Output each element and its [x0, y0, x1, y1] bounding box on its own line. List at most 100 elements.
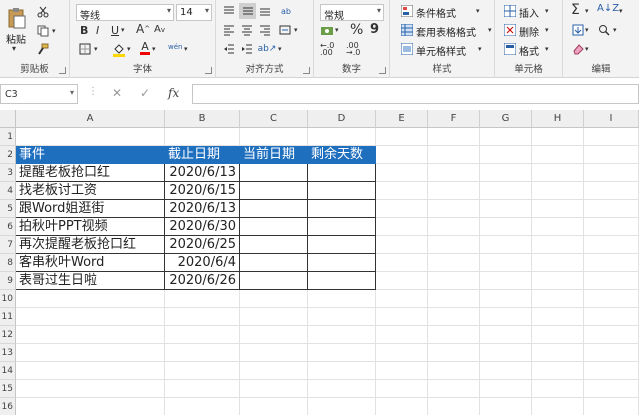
cell-g9[interactable]	[480, 272, 532, 290]
cell-styles-icon[interactable]	[400, 42, 414, 56]
fill-icon[interactable]	[571, 23, 585, 37]
row-header-10[interactable]: 10	[0, 290, 16, 308]
cell-i3[interactable]	[584, 164, 639, 182]
cell-b15[interactable]	[165, 380, 240, 398]
font-launcher-icon[interactable]	[205, 67, 212, 74]
cell-f10[interactable]	[428, 290, 480, 308]
cell-d16[interactable]	[308, 398, 376, 415]
cell-d12[interactable]	[308, 326, 376, 344]
row-header-7[interactable]: 7	[0, 236, 16, 254]
cell-b16[interactable]	[165, 398, 240, 415]
cell-a12[interactable]	[16, 326, 165, 344]
format-cells-label[interactable]: 格式	[519, 43, 539, 58]
cell-e11[interactable]	[376, 308, 428, 326]
cell-a3[interactable]: 提醒老板抢口红	[16, 164, 165, 182]
cell-d13[interactable]	[308, 344, 376, 362]
find-select-icon[interactable]	[597, 23, 611, 37]
cell-c2[interactable]: 当前日期	[240, 146, 308, 164]
number-format-combo[interactable]: 常规 ▾	[320, 4, 384, 22]
cell-e5[interactable]	[376, 200, 428, 218]
cell-b8[interactable]: 2020/6/4	[165, 254, 240, 272]
cell-c3[interactable]	[240, 164, 308, 182]
alignment-launcher-icon[interactable]	[303, 67, 310, 74]
cell-g3[interactable]	[480, 164, 532, 182]
underline-dropdown-icon[interactable]: ▾	[121, 26, 125, 34]
align-top-icon[interactable]	[222, 4, 236, 18]
cell-e12[interactable]	[376, 326, 428, 344]
cell-h14[interactable]	[532, 362, 584, 380]
insert-cells-icon[interactable]	[503, 4, 517, 18]
column-header-b[interactable]: B	[165, 110, 240, 128]
orientation-dropdown-icon[interactable]: ▾	[278, 45, 282, 53]
cell-g15[interactable]	[480, 380, 532, 398]
cell-g2[interactable]	[480, 146, 532, 164]
phonetic-dropdown-icon[interactable]: ▾	[184, 45, 188, 53]
cell-c1[interactable]	[240, 128, 308, 146]
cell-a4[interactable]: 找老板讨工资	[16, 182, 165, 200]
cell-e15[interactable]	[376, 380, 428, 398]
delete-cells-icon[interactable]	[503, 23, 517, 37]
decrease-decimal-icon[interactable]: .00 →.0	[346, 42, 360, 57]
cell-e7[interactable]	[376, 236, 428, 254]
select-all-corner[interactable]	[0, 110, 16, 128]
align-center-icon[interactable]	[240, 23, 254, 37]
cell-e6[interactable]	[376, 218, 428, 236]
row-header-3[interactable]: 3	[0, 164, 16, 182]
cell-h8[interactable]	[532, 254, 584, 272]
cell-c11[interactable]	[240, 308, 308, 326]
copy-dropdown-icon[interactable]: ▾	[52, 27, 56, 35]
cancel-icon[interactable]: ✕	[112, 86, 122, 100]
cell-h9[interactable]	[532, 272, 584, 290]
cell-h1[interactable]	[532, 128, 584, 146]
cell-b12[interactable]	[165, 326, 240, 344]
column-header-a[interactable]: A	[16, 110, 165, 128]
cell-f16[interactable]	[428, 398, 480, 415]
cell-e16[interactable]	[376, 398, 428, 415]
clear-dropdown-icon[interactable]: ▾	[585, 45, 589, 53]
fill-color-dropdown-icon[interactable]: ▾	[127, 45, 131, 53]
cell-f6[interactable]	[428, 218, 480, 236]
cell-g6[interactable]	[480, 218, 532, 236]
cell-c10[interactable]	[240, 290, 308, 308]
cell-b14[interactable]	[165, 362, 240, 380]
row-header-11[interactable]: 11	[0, 308, 16, 326]
row-header-13[interactable]: 13	[0, 344, 16, 362]
cell-b7[interactable]: 2020/6/25	[165, 236, 240, 254]
cell-a11[interactable]	[16, 308, 165, 326]
cell-d14[interactable]	[308, 362, 376, 380]
conditional-format-label[interactable]: 条件格式	[416, 5, 456, 20]
clipboard-launcher-icon[interactable]	[59, 67, 66, 74]
cell-f14[interactable]	[428, 362, 480, 380]
cell-e8[interactable]	[376, 254, 428, 272]
paste-icon[interactable]	[6, 6, 28, 30]
cell-a7[interactable]: 再次提醒老板抢口红	[16, 236, 165, 254]
font-name-combo[interactable]: 等线 ▾	[76, 4, 174, 22]
cell-i16[interactable]	[584, 398, 639, 415]
cell-b4[interactable]: 2020/6/15	[165, 182, 240, 200]
increase-indent-icon[interactable]	[240, 42, 254, 56]
column-header-i[interactable]: I	[584, 110, 639, 128]
row-header-6[interactable]: 6	[0, 218, 16, 236]
cell-b3[interactable]: 2020/6/13	[165, 164, 240, 182]
cell-a14[interactable]	[16, 362, 165, 380]
cell-c6[interactable]	[240, 218, 308, 236]
cell-c9[interactable]	[240, 272, 308, 290]
currency-dropdown-icon[interactable]: ▾	[335, 26, 339, 34]
cell-a1[interactable]	[16, 128, 165, 146]
column-header-c[interactable]: C	[240, 110, 308, 128]
cell-d10[interactable]	[308, 290, 376, 308]
cell-i15[interactable]	[584, 380, 639, 398]
cell-b2[interactable]: 截止日期	[165, 146, 240, 164]
cut-icon[interactable]	[36, 5, 50, 19]
cell-i4[interactable]	[584, 182, 639, 200]
number-launcher-icon[interactable]	[379, 67, 386, 74]
cell-e13[interactable]	[376, 344, 428, 362]
cell-i13[interactable]	[584, 344, 639, 362]
cell-g5[interactable]	[480, 200, 532, 218]
cell-h4[interactable]	[532, 182, 584, 200]
cell-i5[interactable]	[584, 200, 639, 218]
cell-g1[interactable]	[480, 128, 532, 146]
cell-h15[interactable]	[532, 380, 584, 398]
cell-h12[interactable]	[532, 326, 584, 344]
cell-styles-label[interactable]: 单元格样式	[416, 43, 466, 58]
